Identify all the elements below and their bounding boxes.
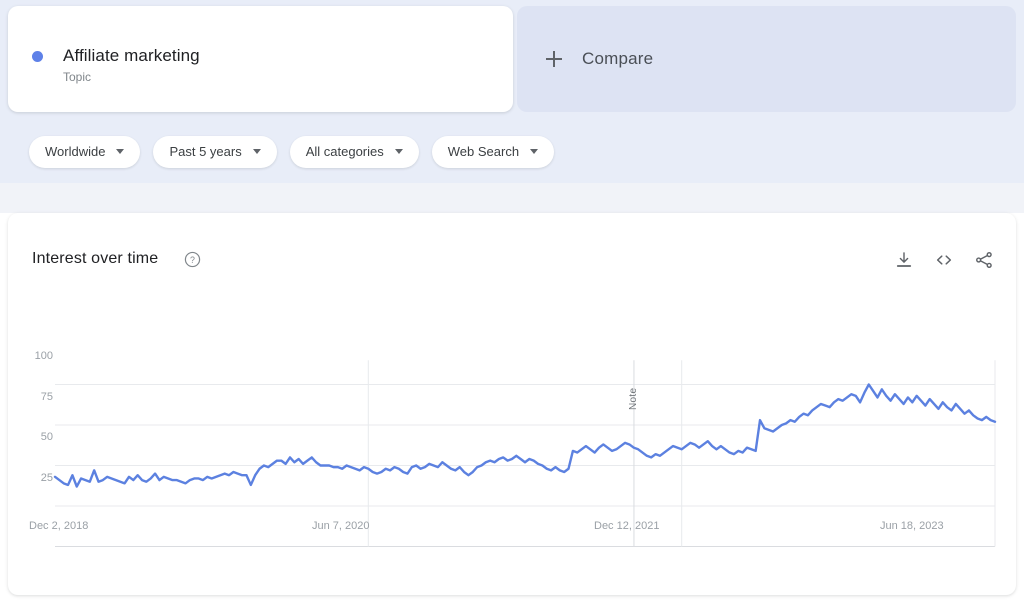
filter-time-range-dropdown[interactable]: Past 5 years [153,135,277,168]
google-trends-page: Affiliate marketing Topic Compare Worldw… [0,0,1024,603]
filter-location-label: Worldwide [45,144,106,159]
plus-icon [546,51,562,67]
y-axis-tick-label: 25 [40,472,53,484]
compare-inner: Compare [546,6,653,112]
search-term-label: Affiliate marketing [63,46,200,65]
filter-search-type-dropdown[interactable]: Web Search [431,135,555,168]
query-row: Affiliate marketing Topic Compare [8,6,1016,112]
header-band: Affiliate marketing Topic Compare Worldw… [0,0,1024,183]
y-axis-tick-label: 100 [34,350,53,362]
compare-label: Compare [582,49,654,68]
y-axis-tick-label: 50 [40,431,53,443]
note-annotation-label: Note [628,387,639,410]
filter-category-label: All categories [305,144,384,159]
filter-category-dropdown[interactable]: All categories [289,135,419,168]
search-term-type: Topic [63,70,92,84]
filter-bar: Worldwide Past 5 years All categories We… [0,120,1024,183]
x-axis-tick-label: Dec 2, 2018 [29,520,89,532]
search-term-card[interactable]: Affiliate marketing Topic [8,6,513,112]
filter-time-range-label: Past 5 years [169,144,242,159]
chevron-down-icon [252,149,261,154]
filter-location-dropdown[interactable]: Worldwide [29,135,141,168]
chevron-down-icon [116,149,125,154]
content-gap-band [0,183,1024,213]
chart-plot-area[interactable]: 100 75 50 25 Dec 2, 2018 Jun 7, 2020 Dec… [8,213,1016,595]
chevron-down-icon [394,149,403,154]
y-axis-tick-label: 75 [40,391,53,403]
series-color-dot [32,51,43,62]
trends-line-chart[interactable] [8,213,1016,595]
x-axis-tick-label: Jun 18, 2023 [880,520,944,532]
interest-over-time-card: Interest over time ? 100 75 50 25 Dec 2,… [8,213,1016,595]
compare-button[interactable]: Compare [517,6,1016,112]
x-axis-tick-label: Dec 12, 2021 [594,520,660,532]
chevron-down-icon [530,149,539,154]
filter-search-type-label: Web Search [447,144,520,159]
x-axis-tick-label: Jun 7, 2020 [312,520,370,532]
